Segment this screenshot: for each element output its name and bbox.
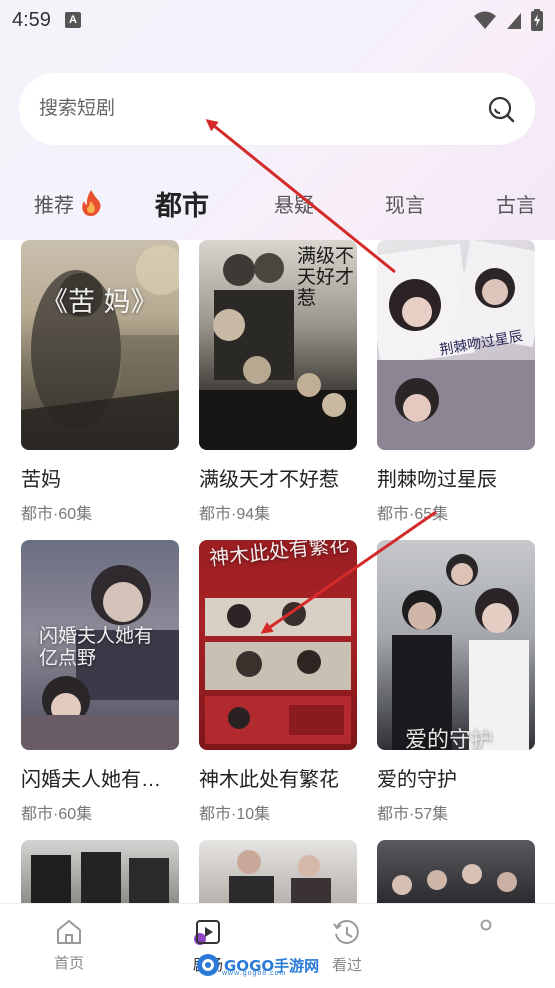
watermark-logo-icon [197, 954, 219, 976]
drama-card[interactable] [377, 840, 535, 905]
drama-poster[interactable]: 神木此处有繁花 [199, 540, 357, 750]
status-bar: 4:59 A [0, 0, 555, 40]
poster-title: 《苦 妈》 [41, 287, 158, 318]
nav-label: 看过 [331, 957, 362, 974]
tab-modern-romance[interactable]: 现言 [385, 178, 425, 228]
poster-art [31, 852, 169, 905]
drama-title: 满级天才不好惹 [199, 469, 339, 491]
tab-suspense[interactable]: 悬疑 [274, 178, 314, 228]
drama-meta: 都市·10集 [199, 806, 271, 823]
tab-ancient-romance[interactable]: 古言 [496, 178, 536, 228]
drama-poster[interactable]: 荆棘吻过星辰 [377, 240, 535, 450]
drama-card[interactable]: 闪婚夫人她有亿点野 闪婚夫人她有亿… 都市·60集 [21, 540, 179, 824]
drama-poster[interactable] [377, 840, 535, 905]
search-input[interactable] [39, 98, 487, 120]
poster-title: 满级不天好才惹 [297, 245, 355, 309]
drama-meta: 都市·94集 [199, 506, 271, 523]
drama-poster[interactable]: 闪婚夫人她有亿点野 [21, 540, 179, 750]
drama-card[interactable]: 满级不天好才惹 满级天才不好惹 都市·94集 [199, 240, 357, 524]
dot-icon [480, 919, 492, 931]
poster-art [21, 245, 179, 450]
tab-label: 推荐 [34, 194, 74, 217]
nav-home[interactable]: 首页 [29, 918, 109, 973]
play-icon [194, 920, 220, 945]
status-time: 4:59 [12, 8, 51, 31]
fire-icon [82, 190, 101, 216]
drama-title: 闪婚夫人她有亿… [21, 769, 179, 791]
drama-card[interactable]: 荆棘吻过星辰 荆棘吻过星辰 都市·65集 [377, 240, 535, 524]
drama-card[interactable]: 《苦 妈》 苦妈 都市·60集 [21, 240, 179, 524]
drama-card[interactable] [21, 840, 179, 905]
nav-label: 首页 [53, 955, 84, 972]
wifi-icon [474, 11, 496, 29]
tab-recommend[interactable]: 推荐 [34, 178, 102, 228]
poster-title: 爱的守护 [405, 728, 494, 750]
drama-card[interactable]: 神木此处有繁花 神木此处有繁花 都市·10集 [199, 540, 357, 824]
poster-art [392, 864, 517, 895]
poster-art [205, 598, 351, 744]
drama-poster[interactable]: 满级不天好才惹 [199, 240, 357, 450]
drama-card[interactable] [199, 840, 357, 905]
home-icon [57, 920, 81, 944]
drama-poster[interactable]: 爱的守护 [377, 540, 535, 750]
tab-urban[interactable]: 都市 [155, 178, 209, 228]
watermark-sub: www.gogo8.com [222, 970, 287, 977]
drama-poster[interactable] [21, 840, 179, 905]
drama-card[interactable]: 爱的守护 爱的守护 都市·57集 [377, 540, 535, 824]
tab-label: 古言 [496, 194, 536, 217]
poster-art [392, 554, 529, 750]
drama-meta: 都市·60集 [21, 506, 93, 523]
nav-profile[interactable] [446, 918, 526, 938]
history-icon [333, 920, 359, 944]
drama-title: 荆棘吻过星辰 [377, 469, 497, 491]
notification-icon: A [64, 12, 81, 28]
signal-icon [507, 13, 521, 29]
drama-meta: 都市·65集 [377, 506, 449, 523]
drama-title: 爱的守护 [377, 769, 457, 791]
drama-meta: 都市·60集 [21, 806, 93, 823]
battery-icon [531, 9, 543, 31]
category-tabs: 推荐 都市 悬疑 现言 古言 [0, 178, 555, 228]
poster-art [229, 850, 331, 905]
drama-meta: 都市·57集 [377, 806, 449, 823]
drama-poster[interactable] [199, 840, 357, 905]
drama-poster[interactable]: 《苦 妈》 [21, 240, 179, 450]
tab-label: 现言 [385, 194, 425, 217]
search-bar[interactable] [19, 73, 535, 145]
poster-title: 闪婚夫人她有亿点野 [39, 625, 154, 669]
tab-label: 都市 [155, 190, 209, 221]
drama-title: 神木此处有繁花 [199, 769, 339, 791]
drama-title: 苦妈 [21, 469, 61, 491]
search-icon[interactable] [487, 95, 515, 123]
tab-label: 悬疑 [274, 194, 314, 217]
